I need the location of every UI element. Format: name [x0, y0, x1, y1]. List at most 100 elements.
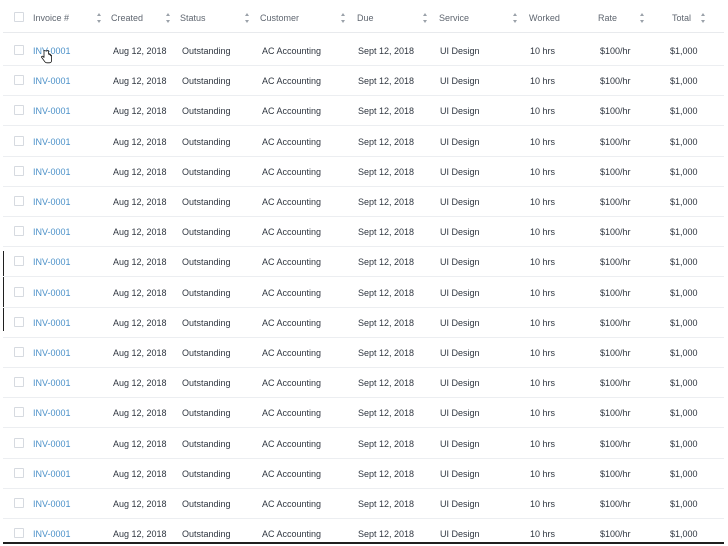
cell-total: $1,000 — [670, 438, 698, 449]
invoice-link[interactable]: INV-0001 — [33, 217, 71, 247]
row-checkbox[interactable] — [14, 528, 24, 539]
cell-total: $1,000 — [670, 136, 698, 147]
header-created[interactable]: Created — [111, 3, 143, 33]
cell-created: Aug 12, 2018 — [113, 197, 167, 207]
cell-customer: AC Accounting — [262, 76, 322, 87]
invoice-link[interactable]: INV-0001 — [33, 157, 71, 187]
invoice-link[interactable]: INV-0001 — [33, 66, 71, 96]
cell-total: $1,000 — [670, 227, 698, 238]
row-checkbox[interactable] — [14, 45, 24, 55]
cell-status: Outstanding — [182, 408, 231, 419]
invoice-link[interactable]: INV-0001 — [33, 519, 71, 544]
table-row[interactable]: INV-0001 Aug 12, 2018 Outstanding AC Accoun… — [3, 398, 724, 429]
table-row[interactable]: INV-0001 Aug 12, 2018 Outstanding AC Accoun… — [3, 459, 724, 489]
cell-total: $1,000 — [670, 468, 698, 479]
row-checkbox[interactable] — [14, 196, 24, 206]
cell-worked: 10 hrs — [530, 257, 556, 268]
invoice-link[interactable]: INV-0001 — [33, 96, 71, 126]
cell-rate: $100/hr — [600, 136, 631, 147]
table-row[interactable]: INV-0001 Aug 12, 2018 Outstanding AC Accoun… — [3, 247, 724, 278]
sort-icon[interactable] — [166, 13, 171, 23]
cell-rate: $100/hr — [600, 499, 631, 509]
sort-icon[interactable] — [423, 13, 428, 23]
header-total[interactable]: Total — [672, 3, 691, 33]
header-customer[interactable]: Customer — [260, 3, 299, 33]
table-row[interactable]: INV-0001 Aug 12, 2018 Outstanding AC Accoun… — [3, 308, 724, 338]
sort-icon[interactable] — [97, 13, 102, 23]
invoice-link[interactable]: INV-0001 — [33, 187, 71, 217]
cell-created: Aug 12, 2018 — [113, 317, 167, 328]
table-row[interactable]: INV-0001 Aug 12, 2018 Outstanding AC Accoun… — [3, 36, 724, 66]
row-checkbox[interactable] — [14, 165, 24, 176]
cell-total: $1,000 — [670, 106, 698, 117]
invoice-link[interactable]: INV-0001 — [33, 247, 71, 277]
cell-created: Aug 12, 2018 — [113, 136, 167, 147]
table-row[interactable]: INV-0001 Aug 12, 2018 Outstanding AC Accoun… — [3, 217, 724, 248]
header-worked[interactable]: Worked — [529, 3, 560, 33]
cell-rate: $100/hr — [600, 287, 631, 298]
cell-due: Sept 12, 2018 — [358, 136, 415, 147]
row-checkbox[interactable] — [14, 498, 24, 508]
table-row[interactable]: INV-0001 Aug 12, 2018 Outstanding AC Accoun… — [3, 96, 724, 127]
table-row[interactable]: INV-0001 Aug 12, 2018 Outstanding AC Accoun… — [3, 368, 724, 399]
table-row[interactable]: INV-0001 Aug 12, 2018 Outstanding AC Accoun… — [3, 278, 724, 308]
header-due[interactable]: Due — [357, 3, 374, 33]
row-checkbox[interactable] — [14, 437, 24, 448]
sort-icon[interactable] — [245, 13, 250, 23]
invoice-link[interactable]: INV-0001 — [33, 429, 71, 459]
row-checkbox[interactable] — [14, 75, 24, 86]
cell-customer: AC Accounting — [262, 287, 322, 298]
header-status[interactable]: Status — [180, 3, 206, 33]
table-row[interactable]: INV-0001 Aug 12, 2018 Outstanding AC Accoun… — [3, 519, 724, 544]
table-row[interactable]: INV-0001 Aug 12, 2018 Outstanding AC Accoun… — [3, 66, 724, 97]
invoice-link[interactable]: INV-0001 — [33, 127, 71, 157]
row-checkbox[interactable] — [14, 286, 24, 297]
table-row[interactable]: INV-0001 Aug 12, 2018 Outstanding AC Accoun… — [3, 157, 724, 187]
row-checkbox[interactable] — [14, 105, 24, 116]
row-checkbox[interactable] — [14, 316, 24, 327]
invoice-link[interactable]: INV-0001 — [33, 278, 71, 308]
cell-service: UI Design — [440, 468, 480, 479]
cell-status: Outstanding — [182, 287, 231, 298]
row-checkbox[interactable] — [14, 347, 24, 357]
table-row[interactable]: INV-0001 Aug 12, 2018 Outstanding AC Accoun… — [3, 127, 724, 157]
header-service[interactable]: Service — [439, 3, 469, 33]
header-invoice[interactable]: Invoice # — [33, 3, 69, 33]
sort-icon[interactable] — [640, 13, 645, 23]
sort-icon[interactable] — [341, 13, 346, 23]
cell-service: UI Design — [440, 106, 480, 117]
cell-service: UI Design — [440, 408, 480, 419]
cell-service: UI Design — [440, 136, 480, 147]
sort-icon[interactable] — [701, 13, 706, 23]
invoice-link[interactable]: INV-0001 — [33, 368, 71, 398]
row-checkbox[interactable] — [14, 256, 24, 267]
cell-customer: AC Accounting — [262, 257, 322, 268]
cell-created: Aug 12, 2018 — [113, 438, 167, 449]
select-all-checkbox[interactable] — [14, 12, 24, 22]
header-rate[interactable]: Rate — [598, 3, 617, 33]
row-checkbox[interactable] — [14, 377, 24, 388]
table-row[interactable]: INV-0001 Aug 12, 2018 Outstanding AC Accoun… — [3, 338, 724, 368]
row-checkbox[interactable] — [14, 467, 24, 478]
invoice-link[interactable]: INV-0001 — [33, 489, 71, 519]
cell-customer: AC Accounting — [262, 46, 322, 56]
sort-icon[interactable] — [513, 13, 518, 23]
cell-due: Sept 12, 2018 — [358, 499, 415, 509]
table-row[interactable]: INV-0001 Aug 12, 2018 Outstanding AC Accoun… — [3, 187, 724, 217]
cell-due: Sept 12, 2018 — [358, 378, 415, 389]
cell-customer: AC Accounting — [262, 197, 322, 207]
invoice-link[interactable]: INV-0001 — [33, 308, 71, 338]
table-row[interactable]: INV-0001 Aug 12, 2018 Outstanding AC Accoun… — [3, 489, 724, 519]
cell-service: UI Design — [440, 227, 480, 238]
cell-due: Sept 12, 2018 — [358, 197, 415, 207]
invoice-link[interactable]: INV-0001 — [33, 338, 71, 368]
row-checkbox[interactable] — [14, 407, 24, 418]
row-checkbox[interactable] — [14, 226, 24, 237]
cell-status: Outstanding — [182, 106, 231, 117]
cell-created: Aug 12, 2018 — [113, 227, 167, 238]
invoice-link[interactable]: INV-0001 — [33, 398, 71, 428]
invoice-link[interactable]: INV-0001 — [33, 459, 71, 489]
row-checkbox[interactable] — [14, 135, 24, 146]
table-row[interactable]: INV-0001 Aug 12, 2018 Outstanding AC Accoun… — [3, 429, 724, 459]
cell-worked: 10 hrs — [530, 166, 556, 177]
